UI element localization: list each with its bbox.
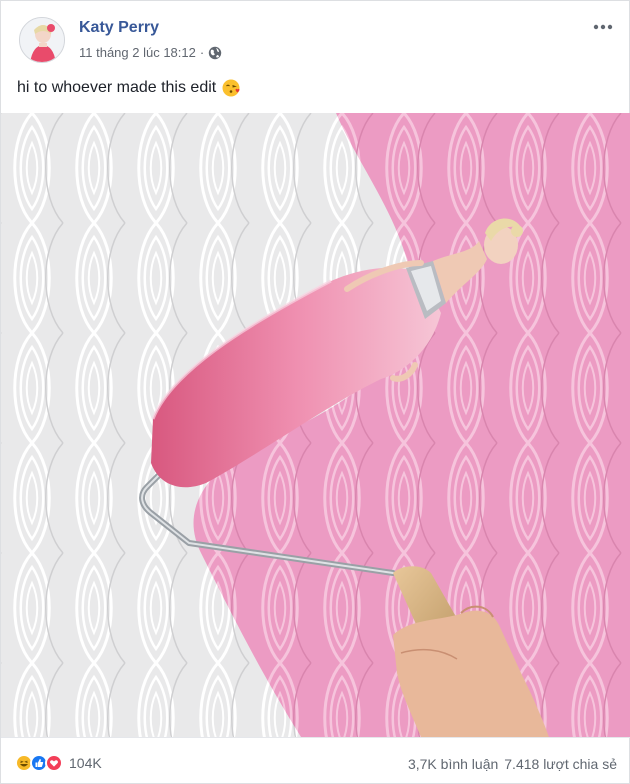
globe-icon[interactable] [208, 46, 222, 60]
meta-separator: · [199, 45, 205, 60]
more-options-icon[interactable] [591, 19, 615, 35]
post-header: Katy Perry 11 tháng 2 lúc 18:12 · [13, 13, 617, 65]
reaction-count: 104K [69, 755, 102, 771]
post-caption: hi to whoever made this edit [17, 79, 240, 97]
profile-avatar[interactable] [19, 17, 65, 63]
love-icon [45, 754, 63, 772]
post-timestamp[interactable]: 11 tháng 2 lúc 18:12 [79, 45, 196, 60]
kissing-heart-emoji-icon [222, 79, 240, 97]
post-card: Katy Perry 11 tháng 2 lúc 18:12 · hi to … [0, 0, 630, 784]
post-image[interactable] [1, 113, 630, 737]
engagement-counts: 3,7K bình luận 7.418 lượt chia sẻ [408, 756, 617, 772]
post-footer: 104K 3,7K bình luận 7.418 lượt chia sẻ [1, 737, 630, 784]
author-name[interactable]: Katy Perry [79, 19, 159, 37]
comments-count-link[interactable]: 3,7K bình luận [408, 756, 498, 772]
reactions-summary[interactable]: 104K [15, 754, 102, 772]
caption-text: hi to whoever made this edit [17, 79, 217, 96]
shares-count-link[interactable]: 7.418 lượt chia sẻ [504, 756, 617, 772]
post-meta: 11 tháng 2 lúc 18:12 · [79, 45, 222, 60]
